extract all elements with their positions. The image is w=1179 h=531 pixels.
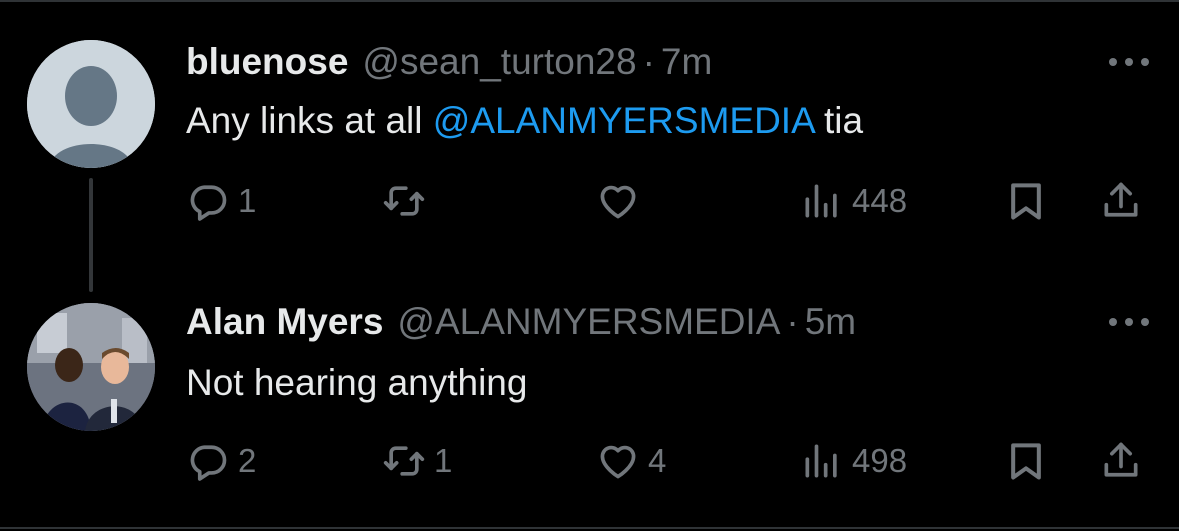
tweet[interactable]: bluenose @sean_turton28 · 7m Any links a… xyxy=(0,2,1179,292)
tweet[interactable]: Alan Myers @ALANMYERSMEDIA · 5m Not hear… xyxy=(0,292,1179,531)
view-count: 498 xyxy=(852,442,908,479)
action-bar: 1 448 xyxy=(0,177,1179,225)
action-bar: 2 1 4 498 xyxy=(0,437,1179,485)
tweet-header: bluenose @sean_turton28 · 7m xyxy=(186,40,712,84)
user-handle[interactable]: @ALANMYERSMEDIA xyxy=(397,300,780,344)
avatar-photo[interactable] xyxy=(27,303,155,431)
mention-link[interactable]: @ALANMYERSMEDIA xyxy=(433,100,814,141)
share-icon xyxy=(1104,182,1138,217)
tweet-text-part: tia xyxy=(813,100,864,141)
timestamp[interactable]: 7m xyxy=(661,40,712,84)
bookmark-button[interactable] xyxy=(1004,437,1048,485)
like-count: 4 xyxy=(648,442,667,479)
like-icon xyxy=(600,445,636,479)
views-button[interactable]: 448 xyxy=(800,177,907,225)
more-icon[interactable] xyxy=(1109,52,1149,72)
like-button[interactable] xyxy=(596,177,648,225)
reply-count: 1 xyxy=(238,182,257,219)
bookmark-icon xyxy=(1011,443,1041,480)
reply-button[interactable]: 2 xyxy=(186,437,256,485)
timestamp[interactable]: 5m xyxy=(805,300,856,344)
views-button[interactable]: 498 xyxy=(800,437,907,485)
share-button[interactable] xyxy=(1099,437,1143,485)
retweet-count: 1 xyxy=(434,442,453,479)
like-icon xyxy=(600,185,636,219)
reply-count: 2 xyxy=(238,442,257,479)
profile-photo xyxy=(27,303,155,431)
views-icon xyxy=(805,184,837,218)
like-button[interactable]: 4 xyxy=(596,437,666,485)
reply-icon xyxy=(190,185,227,221)
separator-dot: · xyxy=(642,41,655,82)
reply-button[interactable]: 1 xyxy=(186,177,256,225)
separator-dot: · xyxy=(786,301,799,342)
avatar-default[interactable] xyxy=(27,40,155,168)
more-icon[interactable] xyxy=(1109,312,1149,332)
share-icon xyxy=(1104,442,1138,477)
retweet-button[interactable] xyxy=(382,177,434,225)
views-icon xyxy=(805,444,837,478)
display-name[interactable]: Alan Myers xyxy=(186,300,383,344)
retweet-icon xyxy=(383,186,425,216)
tweet-text-part: Not hearing anything xyxy=(186,362,528,403)
share-button[interactable] xyxy=(1099,177,1143,225)
tweet-text-part: Any links at all xyxy=(186,100,433,141)
timeline: bluenose @sean_turton28 · 7m Any links a… xyxy=(0,0,1179,529)
default-avatar-icon xyxy=(27,40,155,168)
display-name[interactable]: bluenose xyxy=(186,40,348,84)
view-count: 448 xyxy=(852,182,908,219)
tweet-header: Alan Myers @ALANMYERSMEDIA · 5m xyxy=(186,300,856,344)
reply-icon xyxy=(190,445,227,481)
tweet-text: Any links at all @ALANMYERSMEDIA tia xyxy=(186,98,863,144)
bookmark-icon xyxy=(1011,183,1041,220)
bookmark-button[interactable] xyxy=(1004,177,1048,225)
user-handle[interactable]: @sean_turton28 xyxy=(362,40,636,84)
retweet-button[interactable]: 1 xyxy=(382,437,452,485)
tweet-text: Not hearing anything xyxy=(186,360,527,406)
retweet-icon xyxy=(383,446,425,476)
